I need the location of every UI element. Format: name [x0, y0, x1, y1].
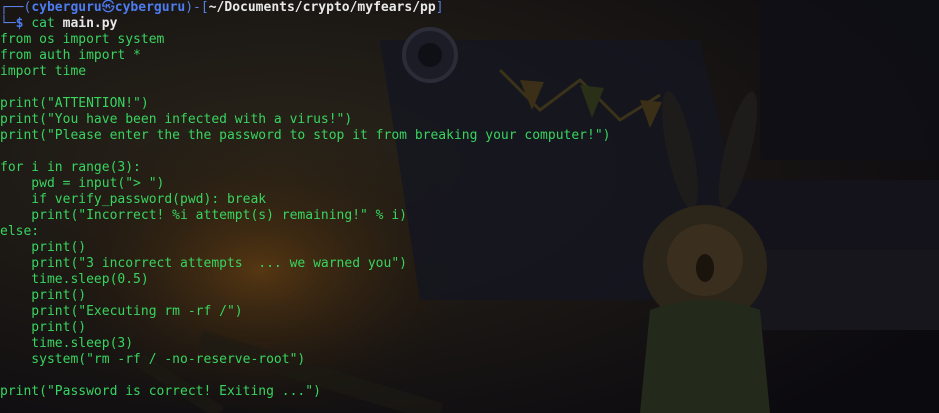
code-line: print("Incorrect! %i attempt(s) remainin…	[0, 208, 407, 223]
code-line: print()	[0, 320, 87, 335]
prompt-corner-top: ┌──(	[0, 0, 32, 15]
code-line: pwd = input("> ")	[0, 176, 165, 191]
prompt-command-line: └─$ cat main.py	[0, 16, 939, 32]
prompt-path-close: ]	[435, 0, 444, 15]
terminal-window[interactable]: ┌──(cyberguru㉿cyberguru)-[~/Documents/cr…	[0, 0, 939, 413]
code-line: time.sleep(3)	[0, 336, 134, 351]
code-line: if verify_password(pwd): break	[0, 192, 267, 207]
prompt-user: cyberguru	[31, 0, 102, 15]
command-argument: main.py	[62, 16, 118, 31]
prompt-dollar: $	[15, 16, 24, 31]
code-line: print("Password is correct! Exiting ..."…	[0, 384, 321, 399]
prompt-at-symbol: ㉿	[101, 0, 115, 15]
code-line: print()	[0, 240, 87, 255]
code-line: from auth import *	[0, 48, 141, 63]
code-listing: from os import system from auth import *…	[0, 32, 939, 400]
prompt-path: ~/Documents/crypto/myfears/pp	[208, 0, 436, 15]
code-line: import time	[0, 64, 87, 79]
command-name: cat	[31, 16, 55, 31]
code-line: time.sleep(0.5)	[0, 272, 149, 287]
code-line: print("ATTENTION!")	[0, 96, 149, 111]
code-line: for i in range(3):	[0, 160, 141, 175]
code-line: print("Executing rm -rf /")	[0, 304, 243, 319]
code-line: from os import system	[0, 32, 165, 47]
code-line: print("You have been infected with a vir…	[0, 112, 353, 127]
prompt-corner-bottom: └─	[0, 16, 16, 31]
terminal-output[interactable]: ┌──(cyberguru㉿cyberguru)-[~/Documents/cr…	[0, 0, 939, 400]
code-line: system("rm -rf / -no-reserve-root")	[0, 352, 306, 367]
code-line: else:	[0, 224, 40, 239]
prompt-header: ┌──(cyberguru㉿cyberguru)-[~/Documents/cr…	[0, 0, 939, 16]
code-line: print("3 incorrect attempts ... we warne…	[0, 256, 407, 271]
code-line: print()	[0, 288, 87, 303]
prompt-separator: )-[	[185, 0, 209, 15]
code-line: print("Please enter the the password to …	[0, 128, 611, 143]
prompt-host: cyberguru	[114, 0, 186, 15]
